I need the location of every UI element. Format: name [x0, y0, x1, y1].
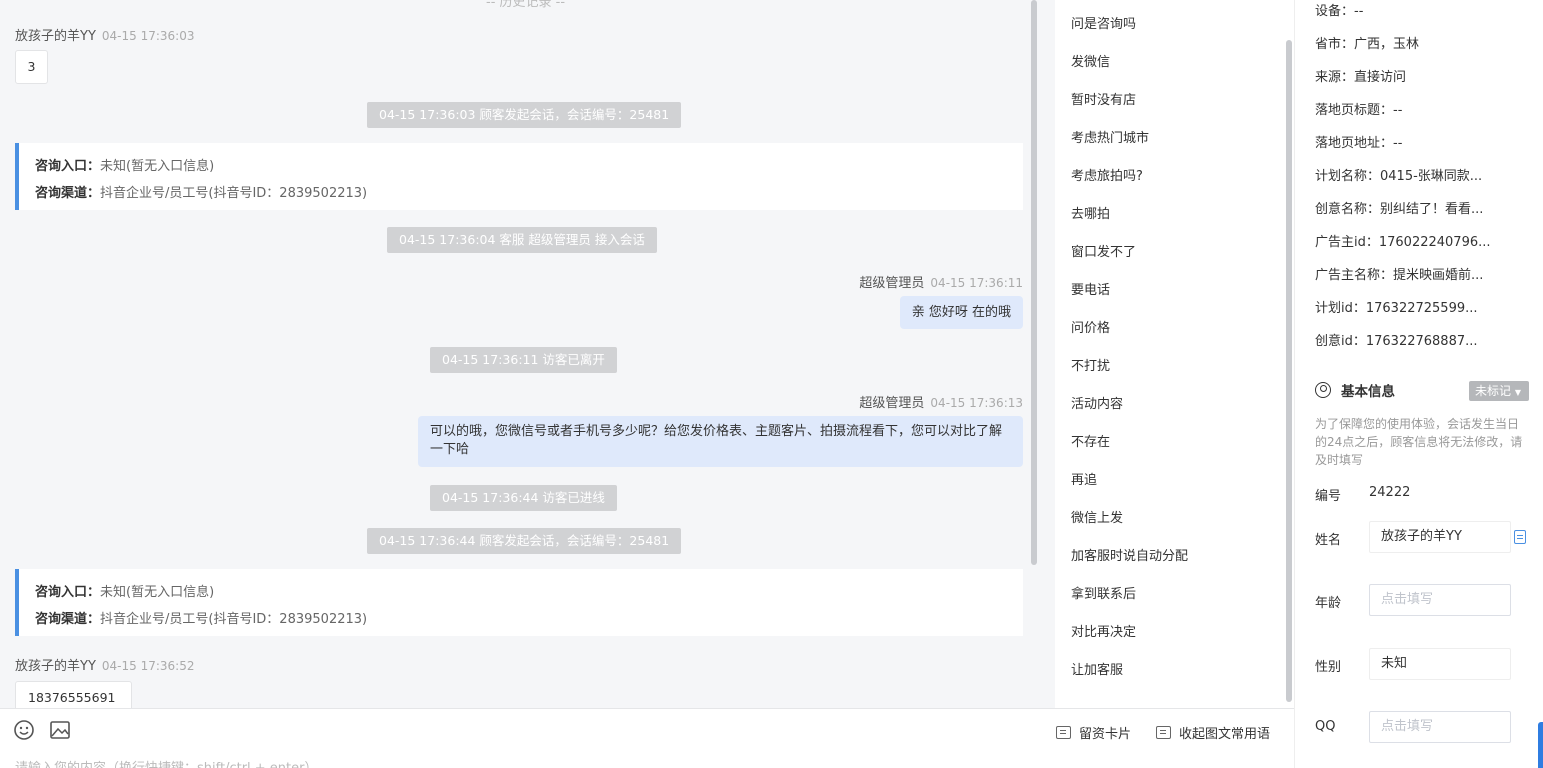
quick-reply-item[interactable]: 发微信: [1071, 51, 1110, 70]
id-label: 编号: [1315, 489, 1342, 504]
quick-reply-item[interactable]: 加客服时说自动分配: [1071, 545, 1188, 564]
quick-reply-scrollbar[interactable]: [1286, 40, 1292, 702]
message-bubble: 3: [15, 50, 48, 84]
quick-reply-item[interactable]: 拿到联系后: [1071, 583, 1136, 602]
age-label: 年龄: [1315, 596, 1342, 611]
message-input[interactable]: 请输入您的内容（换行快捷键：shift/ctrl + enter）: [15, 757, 318, 768]
qq-label: QQ: [1315, 719, 1336, 734]
detail-plan-id: 计划id：176322725599...: [1315, 301, 1478, 316]
id-value: 24222: [1369, 485, 1411, 500]
detail-device: 设备：--: [1315, 4, 1364, 19]
emoji-icon[interactable]: [13, 719, 35, 741]
system-notice: 04-15 17:36:11 访客已离开: [430, 347, 617, 373]
quick-reply-item[interactable]: 不存在: [1071, 431, 1110, 450]
entry-value: 未知(暂无入口信息): [100, 585, 215, 600]
message-time: 04-15 17:36:03: [101, 29, 195, 43]
gender-field[interactable]: 未知: [1369, 648, 1511, 680]
consult-info-card: 咨询入口：未知(暂无入口信息) 咨询渠道：抖音企业号/员工号(抖音号ID：283…: [15, 569, 1023, 636]
quick-reply-item[interactable]: 窗口发不了: [1071, 241, 1136, 260]
phone-number: 18376555691: [28, 690, 116, 705]
message-sender: 放孩子的羊YY 04-15 17:36:52: [15, 655, 194, 674]
caret-down-icon: ▼: [1514, 388, 1521, 397]
system-notice: 04-15 17:36:44 顾客发起会话，会话编号：25481: [367, 528, 682, 554]
message-bubble: 可以的哦，您微信号或者手机号多少呢？给您发价格表、主题客片、拍摄流程看下，您可以…: [418, 416, 1023, 467]
basic-info-title: 基本信息: [1341, 384, 1395, 400]
detail-landing-title: 落地页标题：--: [1315, 103, 1403, 118]
message-time: 04-15 17:36:11: [930, 276, 1023, 290]
edit-note-icon[interactable]: [1514, 530, 1526, 544]
floating-tab[interactable]: [1538, 722, 1543, 768]
quick-reply-item[interactable]: 暂时没有店: [1071, 89, 1136, 108]
detail-landing-url: 落地页地址：--: [1315, 136, 1403, 151]
gender-label: 性别: [1315, 660, 1342, 675]
quick-reply-item[interactable]: 不打扰: [1071, 355, 1110, 374]
user-icon: [1315, 382, 1331, 398]
detail-advertiser-id: 广告主id：176022240796...: [1315, 235, 1491, 250]
quick-reply-item[interactable]: 要电话: [1071, 279, 1110, 298]
sender-name: 超级管理员: [859, 276, 925, 291]
tag-label: 未标记: [1475, 384, 1512, 398]
entry-label: 咨询入口：: [35, 585, 101, 600]
channel-label: 咨询渠道：: [35, 186, 101, 201]
system-notice: 04-15 17:36:04 客服 超级管理员 接入会话: [387, 227, 657, 253]
card-icon: [1056, 726, 1071, 739]
collapse-phrases-label: 收起图文常用语: [1179, 727, 1271, 742]
sender-name: 放孩子的羊YY: [15, 29, 96, 44]
collapse-phrases-button[interactable]: 收起图文常用语: [1156, 723, 1270, 742]
message-time: 04-15 17:36:13: [930, 396, 1023, 410]
phrases-icon: [1156, 726, 1171, 739]
quick-reply-item[interactable]: 活动内容: [1071, 393, 1123, 412]
customer-info-panel: 设备：-- 省市：广西，玉林 来源：直接访问 落地页标题：-- 落地页地址：--…: [1294, 0, 1543, 768]
chat-area: -- 历史记录 -- 放孩子的羊YY 04-15 17:36:03 3 04-15…: [0, 0, 1040, 708]
image-icon[interactable]: [49, 719, 71, 741]
quick-reply-item[interactable]: 去哪拍: [1071, 203, 1110, 222]
message-bubble: 亲 您好呀 在的哦: [899, 296, 1023, 329]
age-field[interactable]: 点击填写: [1369, 584, 1511, 616]
quick-reply-item[interactable]: 让加客服: [1071, 659, 1123, 678]
detail-source: 来源：直接访问: [1315, 70, 1407, 85]
quick-reply-item[interactable]: 问是咨询吗: [1071, 13, 1136, 32]
sender-name: 放孩子的羊YY: [15, 659, 96, 674]
quick-reply-item[interactable]: 对比再决定: [1071, 621, 1136, 640]
quick-reply-item[interactable]: 问价格: [1071, 317, 1110, 336]
message-sender: 超级管理员 04-15 17:36:11: [859, 272, 1023, 291]
channel-value: 抖音企业号/员工号(抖音号ID：2839502213): [100, 612, 368, 627]
channel-value: 抖音企业号/员工号(抖音号ID：2839502213): [100, 186, 368, 201]
qq-field[interactable]: 点击填写: [1369, 711, 1511, 743]
consult-info-card: 咨询入口：未知(暂无入口信息) 咨询渠道：抖音企业号/员工号(抖音号ID：283…: [15, 143, 1023, 210]
lead-card-button[interactable]: 留资卡片: [1056, 723, 1131, 742]
name-field[interactable]: 放孩子的羊YY: [1369, 521, 1511, 553]
quick-reply-list: 问是咨询吗 发微信 暂时没有店 考虑热门城市 考虑旅拍吗? 去哪拍 窗口发不了 …: [1055, 0, 1294, 708]
history-divider: -- 历史记录 --: [486, 0, 566, 10]
system-notice: 04-15 17:36:44 访客已进线: [430, 485, 617, 511]
edit-notice: 为了保障您的使用体验，会话发生当日的24点之后，顾客信息将无法修改，请及时填写: [1315, 417, 1523, 467]
message-sender: 超级管理员 04-15 17:36:13: [859, 392, 1023, 411]
detail-advertiser-name: 广告主名称：提米映画婚前...: [1315, 268, 1484, 283]
detail-plan-name: 计划名称：0415-张琳同款...: [1315, 169, 1483, 184]
detail-province: 省市：广西，玉林: [1315, 37, 1420, 52]
scroll-thumb[interactable]: [1031, 0, 1037, 565]
chat-scrollbar[interactable]: [1028, 0, 1040, 708]
message-sender: 放孩子的羊YY 04-15 17:36:03: [15, 25, 194, 44]
quick-reply-item[interactable]: 考虑旅拍吗?: [1071, 165, 1143, 184]
detail-creative-name: 创意名称：别纠结了！看看...: [1315, 202, 1484, 217]
entry-label: 咨询入口：: [35, 159, 101, 174]
basic-info-header: 基本信息: [1315, 380, 1395, 400]
tag-dropdown[interactable]: 未标记 ▼: [1469, 381, 1529, 401]
input-bar: 留资卡片 收起图文常用语 请输入您的内容（换行快捷键：shift/ctrl + …: [0, 708, 1294, 768]
message-time: 04-15 17:36:52: [101, 659, 195, 673]
quick-reply-item[interactable]: 再追: [1071, 469, 1097, 488]
entry-value: 未知(暂无入口信息): [100, 159, 215, 174]
lead-card-label: 留资卡片: [1079, 727, 1132, 742]
system-notice: 04-15 17:36:03 顾客发起会话，会话编号：25481: [367, 102, 682, 128]
sender-name: 超级管理员: [859, 396, 925, 411]
message-bubble: 18376555691: [15, 681, 132, 708]
quick-reply-item[interactable]: 微信上发: [1071, 507, 1123, 526]
quick-reply-item[interactable]: 考虑热门城市: [1071, 127, 1149, 146]
detail-creative-id: 创意id：176322768887...: [1315, 334, 1478, 349]
name-label: 姓名: [1315, 533, 1342, 548]
channel-label: 咨询渠道：: [35, 612, 101, 627]
